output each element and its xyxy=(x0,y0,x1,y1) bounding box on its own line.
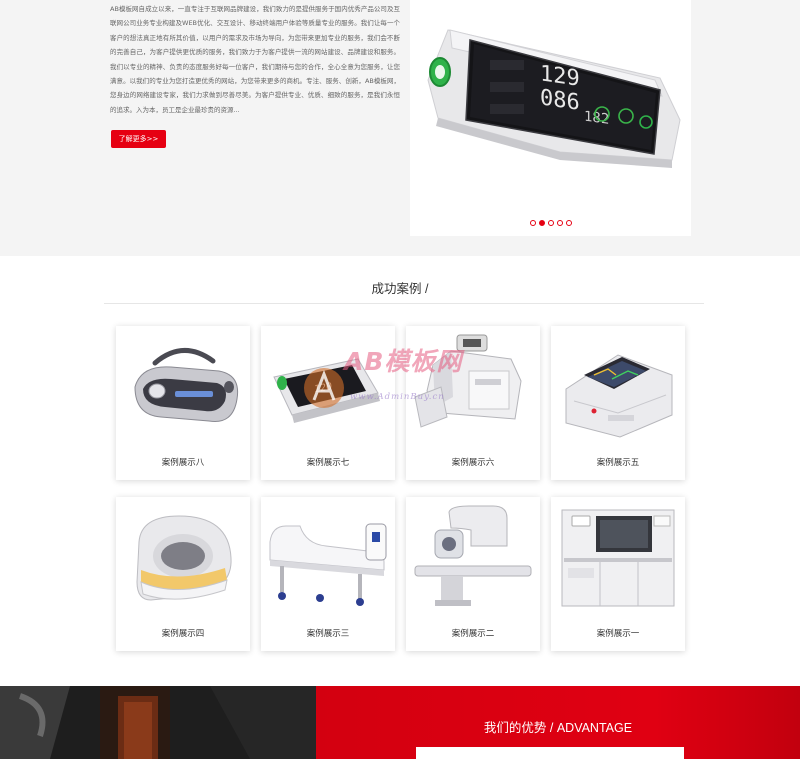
product-slider[interactable]: 129 086 182 xyxy=(410,0,691,236)
slider-dot[interactable] xyxy=(557,220,563,226)
case-card[interactable]: 案例展示二 xyxy=(406,497,540,651)
lab-analyzer-image xyxy=(561,509,675,607)
advantage-panel xyxy=(416,747,684,759)
cases-section-title: 成功案例 / xyxy=(371,282,429,296)
case-card[interactable]: 案例展示八 xyxy=(116,326,250,480)
case-card[interactable]: 120 案例展示七 xyxy=(261,326,395,480)
mri-scanner-image xyxy=(136,515,232,601)
case-label: 案例展示七 xyxy=(306,458,350,468)
learn-more-button[interactable]: 了解更多>> xyxy=(111,130,166,148)
case-label: 案例展示四 xyxy=(161,629,205,639)
handheld-device-image xyxy=(134,348,239,423)
advantage-title: 我们的优势 / ADVANTAGE xyxy=(483,721,633,735)
case-label: 案例展示五 xyxy=(596,458,640,468)
case-card[interactable]: 案例展示五 xyxy=(551,326,685,480)
slider-dot[interactable] xyxy=(530,220,536,226)
slider-dot[interactable] xyxy=(548,220,554,226)
advantage-section: 我们的优势 / ADVANTAGE xyxy=(316,686,800,759)
case-label: 案例展示二 xyxy=(451,629,495,639)
case-label: 案例展示一 xyxy=(596,629,640,639)
monitor-device-image: 120 xyxy=(273,358,380,423)
slider-dot[interactable] xyxy=(566,220,572,226)
case-card[interactable]: 案例展示四 xyxy=(116,497,250,651)
case-card[interactable]: 案例展示三 xyxy=(261,497,395,651)
analyzer-machine-image xyxy=(414,334,522,428)
about-section: AB模板网自成立以来，一直专注于互联网品牌建设，我们致力的是提供服务于国内优秀产… xyxy=(0,0,800,256)
slider-pagination xyxy=(530,220,572,226)
hospital-bed-image xyxy=(269,523,387,606)
case-label: 案例展示六 xyxy=(451,458,495,468)
radiotherapy-machine-image xyxy=(414,505,532,606)
slider-dot-active[interactable] xyxy=(539,220,545,226)
patient-monitor-image xyxy=(565,354,673,438)
interior-photo-image xyxy=(0,686,316,759)
case-label: 案例展示三 xyxy=(306,629,350,639)
about-paragraph: AB模板网自成立以来，一直专注于互联网品牌建设，我们致力的是提供服务于国内优秀产… xyxy=(110,5,400,114)
blood-pressure-monitor-image: 129 086 182 xyxy=(427,29,681,168)
advantage-photo xyxy=(0,686,316,759)
case-label: 案例展示八 xyxy=(161,458,205,468)
case-card[interactable]: 案例展示一 xyxy=(551,497,685,651)
title-divider xyxy=(104,303,704,304)
case-card[interactable]: 案例展示六 xyxy=(406,326,540,480)
